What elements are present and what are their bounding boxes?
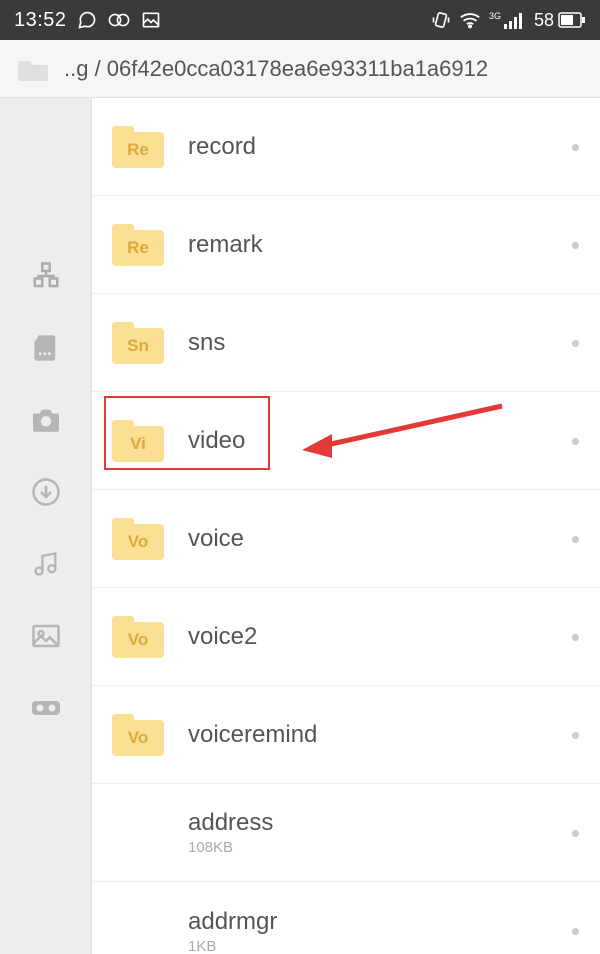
item-name: address — [188, 809, 273, 837]
music-icon[interactable] — [28, 546, 64, 582]
folder-icon: Vo — [112, 714, 164, 756]
folder-icon — [18, 57, 50, 81]
list-item[interactable]: Vi video • — [92, 392, 600, 490]
circles-icon — [107, 10, 131, 30]
file-icon — [112, 910, 164, 952]
more-icon[interactable]: • — [571, 428, 580, 454]
chat-icon — [77, 10, 97, 30]
path-text: ..g / 06f42e0cca03178ea6e93311ba1a6912 — [64, 56, 488, 82]
list-item[interactable]: Sn sns • — [92, 294, 600, 392]
item-name: voice2 — [188, 623, 257, 651]
hidden-icon[interactable] — [28, 690, 64, 726]
list-item[interactable]: addrmgr 1KB • — [92, 882, 600, 954]
download-icon[interactable] — [28, 474, 64, 510]
list-item[interactable]: Re record • — [92, 98, 600, 196]
item-name: voice — [188, 525, 244, 553]
folder-icon: Re — [112, 126, 164, 168]
more-icon[interactable]: • — [571, 820, 580, 846]
item-name: sns — [188, 329, 225, 357]
item-size: 108KB — [188, 839, 273, 856]
item-name: record — [188, 133, 256, 161]
file-icon — [112, 812, 164, 854]
file-list: Re record • Re remark • Sn sns • Vi vide… — [92, 98, 600, 954]
list-item[interactable]: Vo voice • — [92, 490, 600, 588]
more-icon[interactable]: • — [571, 918, 580, 944]
more-icon[interactable]: • — [571, 722, 580, 748]
vibrate-icon — [431, 10, 451, 30]
list-item[interactable]: Re remark • — [92, 196, 600, 294]
folder-icon: Sn — [112, 322, 164, 364]
status-time: 13:52 — [14, 9, 67, 32]
item-name: remark — [188, 231, 263, 259]
more-icon[interactable]: • — [571, 134, 580, 160]
more-icon[interactable]: • — [571, 232, 580, 258]
folder-icon: Vi — [112, 420, 164, 462]
folder-icon: Re — [112, 224, 164, 266]
folder-icon: Vo — [112, 518, 164, 560]
signal-icon: 3G — [489, 11, 526, 29]
picture-icon[interactable] — [28, 618, 64, 654]
list-item[interactable]: address 108KB • — [92, 784, 600, 882]
list-item[interactable]: Vo voiceremind • — [92, 686, 600, 784]
path-bar[interactable]: ..g / 06f42e0cca03178ea6e93311ba1a6912 — [0, 40, 600, 98]
more-icon[interactable]: • — [571, 624, 580, 650]
image-icon — [141, 10, 161, 30]
sidebar — [0, 98, 92, 954]
item-name: video — [188, 427, 245, 455]
more-icon[interactable]: • — [571, 526, 580, 552]
category-icon[interactable] — [28, 258, 64, 294]
more-icon[interactable]: • — [571, 330, 580, 356]
wifi-icon — [459, 10, 481, 30]
item-size: 1KB — [188, 938, 277, 954]
item-name: voiceremind — [188, 721, 317, 749]
folder-icon: Vo — [112, 616, 164, 658]
camera-icon[interactable] — [28, 402, 64, 438]
statusbar: 13:52 3G 58 — [0, 0, 600, 40]
battery-icon: 58 — [534, 10, 586, 31]
item-name: addrmgr — [188, 908, 277, 936]
sdcard-icon[interactable] — [28, 330, 64, 366]
list-item[interactable]: Vo voice2 • — [92, 588, 600, 686]
